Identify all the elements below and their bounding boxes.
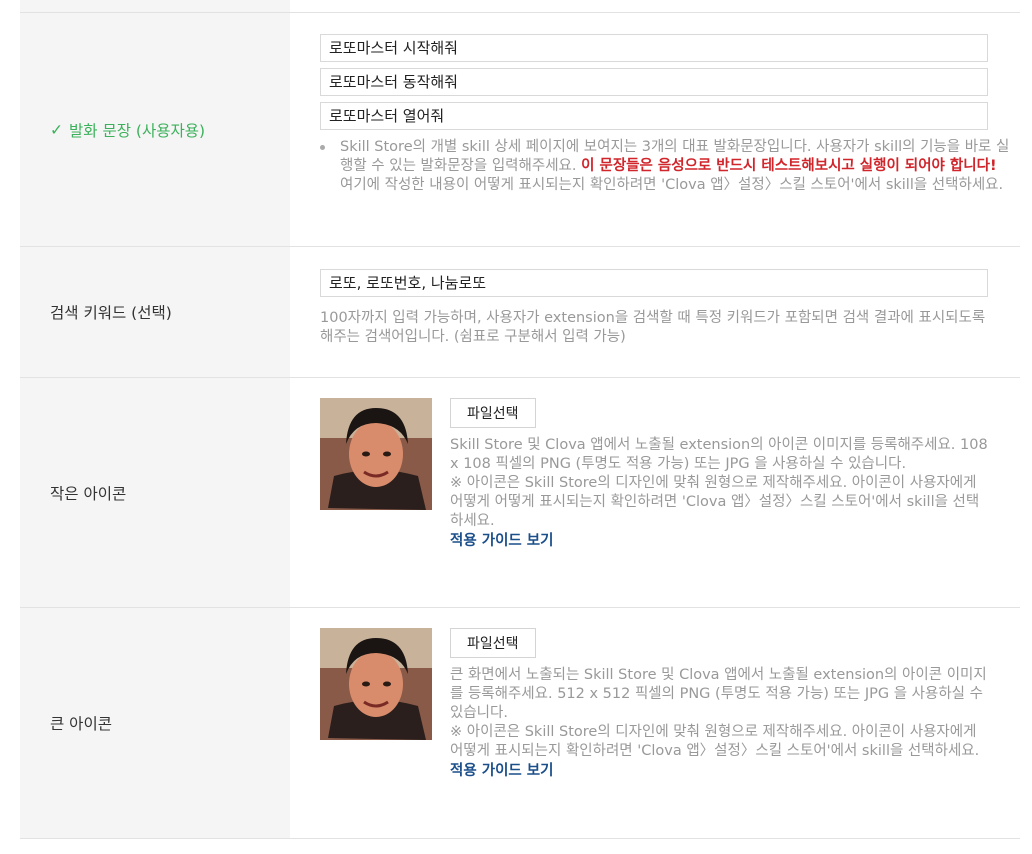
previous-row-label-cell [20, 0, 290, 12]
large-icon-label-cell: 큰 아이콘 [20, 608, 290, 838]
utterance-content-cell: 로또마스터 시작해줘 로또마스터 동작해줘 로또마스터 열어줘 Skill St… [290, 13, 1020, 246]
large-icon-text: 파일선택 큰 화면에서 노출되는 Skill Store 및 Clova 앱에서… [450, 628, 990, 781]
large-icon-help-2: ※ 아이콘은 Skill Store의 디자인에 맞춰 원형으로 제작해주세요.… [450, 724, 980, 759]
keywords-label: 검색 키워드 (선택) [50, 304, 172, 322]
small-icon-help-1: Skill Store 및 Clova 앱에서 노출될 extension의 아… [450, 437, 988, 472]
keywords-row: 검색 키워드 (선택) 로또, 로또번호, 나눔로또 100자까지 입력 가능하… [20, 247, 1020, 378]
keywords-content-cell: 로또, 로또번호, 나눔로또 100자까지 입력 가능하며, 사용자가 exte… [290, 247, 1020, 377]
keywords-label-cell: 검색 키워드 (선택) [20, 247, 290, 377]
previous-row-content-cell [290, 0, 1020, 12]
previous-row [20, 0, 1020, 13]
small-icon-content-cell: 파일선택 Skill Store 및 Clova 앱에서 노출될 extensi… [290, 378, 1020, 607]
extension-form: ✓ 발화 문장 (사용자용) 로또마스터 시작해줘 로또마스터 동작해줘 로또마… [20, 0, 1020, 839]
large-icon-area: 파일선택 큰 화면에서 노출되는 Skill Store 및 Clova 앱에서… [320, 628, 1020, 781]
small-icon-text: 파일선택 Skill Store 및 Clova 앱에서 노출될 extensi… [450, 398, 990, 551]
large-icon-label: 큰 아이콘 [50, 715, 112, 733]
small-icon-label: 작은 아이콘 [50, 484, 127, 503]
utterance-help: Skill Store의 개별 skill 상세 페이지에 보여지는 3개의 대… [320, 138, 1010, 195]
small-icon-guide-link[interactable]: 적용 가이드 보기 [450, 531, 990, 551]
utterance-input-2[interactable]: 로또마스터 동작해줘 [320, 68, 988, 96]
utterance-input-3[interactable]: 로또마스터 열어줘 [320, 102, 988, 130]
keywords-help: 100자까지 입력 가능하며, 사용자가 extension을 검색할 때 특정… [320, 310, 986, 345]
large-icon-file-button[interactable]: 파일선택 [450, 628, 536, 658]
utterance-help-tail: 여기에 작성한 내용이 어떻게 표시되는지 확인하려면 'Clova 앱〉설정〉… [340, 177, 1004, 193]
small-icon-label-cell: 작은 아이콘 [20, 378, 290, 607]
small-icon-preview-image [320, 398, 432, 510]
check-icon: ✓ [50, 120, 63, 139]
portrait-image-icon [320, 628, 432, 740]
small-icon-area: 파일선택 Skill Store 및 Clova 앱에서 노출될 extensi… [320, 398, 1020, 551]
small-icon-help-2: ※ 아이콘은 Skill Store의 디자인에 맞춰 원형으로 제작해주세요.… [450, 475, 980, 529]
large-icon-preview-image [320, 628, 432, 740]
portrait-image-icon [320, 398, 432, 510]
large-icon-row: 큰 아이콘 파일선택 큰 화면에서 노출되는 Skill Store 및 Clo… [20, 608, 1020, 839]
utterance-label-cell: ✓ 발화 문장 (사용자용) [20, 13, 290, 246]
utterance-input-1[interactable]: 로또마스터 시작해줘 [320, 34, 988, 62]
large-icon-content-cell: 파일선택 큰 화면에서 노출되는 Skill Store 및 Clova 앱에서… [290, 608, 1020, 838]
small-icon-file-button[interactable]: 파일선택 [450, 398, 536, 428]
bullet-icon [320, 145, 325, 150]
large-icon-guide-link[interactable]: 적용 가이드 보기 [450, 761, 990, 781]
utterance-row: ✓ 발화 문장 (사용자용) 로또마스터 시작해줘 로또마스터 동작해줘 로또마… [20, 13, 1020, 247]
utterance-label: 발화 문장 (사용자용) [69, 121, 206, 140]
keywords-input[interactable]: 로또, 로또번호, 나눔로또 [320, 269, 988, 297]
utterance-help-warning: 이 문장들은 음성으로 반드시 테스트해보시고 실행이 되어야 합니다! [581, 158, 997, 174]
large-icon-help-1: 큰 화면에서 노출되는 Skill Store 및 Clova 앱에서 노출될 … [450, 667, 987, 721]
small-icon-row: 작은 아이콘 파일선택 Skill Store 및 Clova 앱에서 노출될 … [20, 378, 1020, 608]
